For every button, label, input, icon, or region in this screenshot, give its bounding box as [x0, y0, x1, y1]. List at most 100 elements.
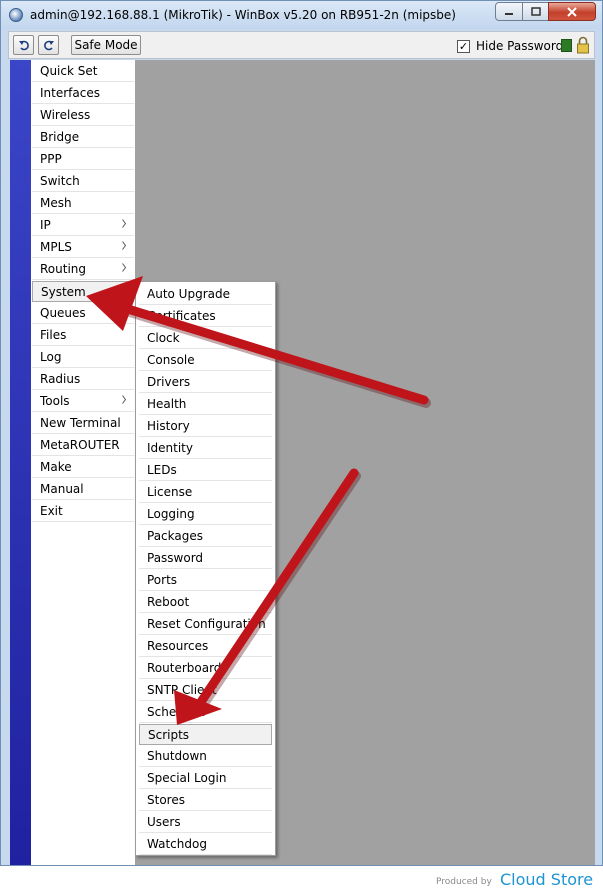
sidebar-strip	[10, 60, 31, 865]
submenu-item-label: Logging	[147, 507, 195, 521]
submenu-item-label: Packages	[147, 529, 203, 543]
submenu-item-watchdog[interactable]: Watchdog	[139, 834, 272, 855]
hide-passwords-checkbox[interactable]: ✓	[457, 39, 470, 53]
menu-item-interfaces[interactable]: Interfaces	[32, 83, 134, 104]
submenu-item-label: History	[147, 419, 190, 433]
menu-item-label: MetaROUTER	[40, 438, 120, 452]
submenu-item-ports[interactable]: Ports	[139, 570, 272, 591]
menu-item-wireless[interactable]: Wireless	[32, 105, 134, 126]
minimize-button[interactable]	[495, 2, 523, 21]
menu-item-label: IP	[40, 218, 51, 232]
submenu-item-license[interactable]: License	[139, 482, 272, 503]
menu-item-label: Radius	[40, 372, 81, 386]
minimize-icon	[505, 12, 513, 15]
submenu-item-leds[interactable]: LEDs	[139, 460, 272, 481]
redo-button[interactable]	[38, 35, 59, 55]
menu-item-manual[interactable]: Manual	[32, 479, 134, 500]
submenu-item-label: Password	[147, 551, 204, 565]
submenu-item-users[interactable]: Users	[139, 812, 272, 833]
submenu-item-drivers[interactable]: Drivers	[139, 372, 272, 393]
submenu-item-stores[interactable]: Stores	[139, 790, 272, 811]
submenu-arrow-icon	[122, 241, 126, 250]
submenu-item-special-login[interactable]: Special Login	[139, 768, 272, 789]
submenu-item-clock[interactable]: Clock	[139, 328, 272, 349]
menu-item-log[interactable]: Log	[32, 347, 134, 368]
menu-item-exit[interactable]: Exit	[32, 501, 134, 522]
submenu-item-resources[interactable]: Resources	[139, 636, 272, 657]
menu-item-label: Exit	[40, 504, 63, 518]
title-bar[interactable]: admin@192.168.88.1 (MikroTik) - WinBox v…	[1, 1, 602, 29]
submenu-item-routerboard[interactable]: Routerboard	[139, 658, 272, 679]
menu-item-label: Wireless	[40, 108, 91, 122]
menu-item-bridge[interactable]: Bridge	[32, 127, 134, 148]
window-title: admin@192.168.88.1 (MikroTik) - WinBox v…	[30, 8, 456, 22]
menu-item-ip[interactable]: IP	[32, 215, 134, 236]
menu-item-label: System	[41, 285, 86, 299]
submenu-item-history[interactable]: History	[139, 416, 272, 437]
undo-button[interactable]	[13, 35, 34, 55]
menu-item-tools[interactable]: Tools	[32, 391, 134, 412]
status-indicator-icon	[561, 39, 572, 52]
submenu-item-certificates[interactable]: Certificates	[139, 306, 272, 327]
menu-item-queues[interactable]: Queues	[32, 303, 134, 324]
menu-item-switch[interactable]: Switch	[32, 171, 134, 192]
submenu-item-label: Identity	[147, 441, 193, 455]
menu-item-routing[interactable]: Routing	[32, 259, 134, 280]
menu-item-label: Queues	[40, 306, 86, 320]
submenu-item-console[interactable]: Console	[139, 350, 272, 371]
produced-by-text: Produced by	[436, 877, 492, 887]
menu-item-system[interactable]: System	[32, 281, 134, 302]
submenu-item-auto-upgrade[interactable]: Auto Upgrade	[139, 284, 272, 305]
submenu-item-shutdown[interactable]: Shutdown	[139, 746, 272, 767]
toolbar: Safe Mode ✓ Hide Passwords	[8, 31, 595, 59]
submenu-item-scheduler[interactable]: Scheduler	[139, 702, 272, 723]
main-menu: Quick Set Interfaces Wireless Bridge PPP Swit…	[31, 60, 135, 865]
submenu-item-label: Scheduler	[147, 705, 208, 719]
submenu-item-reset-configuration[interactable]: Reset Configuration	[139, 614, 272, 635]
submenu-item-label: Reset Configuration	[147, 617, 266, 631]
menu-item-label: New Terminal	[40, 416, 121, 430]
submenu-item-label: Watchdog	[147, 837, 207, 851]
menu-item-radius[interactable]: Radius	[32, 369, 134, 390]
menu-item-metarouter[interactable]: MetaROUTER	[32, 435, 134, 456]
menu-item-files[interactable]: Files	[32, 325, 134, 346]
menu-item-make-supout-rif[interactable]: Make Supout.rif	[32, 457, 134, 494]
submenu-item-label: Stores	[147, 793, 185, 807]
submenu-item-label: Auto Upgrade	[147, 287, 230, 301]
menu-item-quick-set[interactable]: Quick Set	[32, 61, 134, 82]
submenu-item-label: SNTP Client	[147, 683, 217, 697]
redo-icon	[43, 40, 54, 51]
hide-passwords-toggle[interactable]: ✓ Hide Passwords	[457, 38, 569, 54]
submenu-arrow-icon	[121, 286, 125, 295]
close-button[interactable]	[548, 2, 596, 21]
submenu-item-sntp-client[interactable]: SNTP Client	[139, 680, 272, 701]
system-submenu: Auto Upgrade Certificates Clock Console Driv…	[135, 281, 276, 856]
submenu-item-label: Reboot	[147, 595, 190, 609]
submenu-arrow-icon	[122, 219, 126, 228]
brand-logo-text: Cloud Store	[500, 870, 594, 889]
menu-item-label: Interfaces	[40, 86, 100, 100]
submenu-item-password[interactable]: Password	[139, 548, 272, 569]
menu-item-new-terminal[interactable]: New Terminal	[32, 413, 134, 434]
submenu-item-label: Scripts	[148, 728, 190, 742]
submenu-item-packages[interactable]: Packages	[139, 526, 272, 547]
menu-item-label: Bridge	[40, 130, 80, 144]
safe-mode-button[interactable]: Safe Mode	[71, 35, 141, 55]
submenu-item-health[interactable]: Health	[139, 394, 272, 415]
close-icon	[567, 6, 577, 17]
submenu-item-label: Users	[147, 815, 181, 829]
submenu-item-label: License	[147, 485, 193, 499]
lock-icon	[577, 36, 589, 54]
submenu-item-label: Clock	[147, 331, 180, 345]
submenu-item-label: Drivers	[147, 375, 191, 389]
maximize-button[interactable]	[522, 2, 549, 21]
submenu-item-label: LEDs	[147, 463, 177, 477]
menu-item-ppp[interactable]: PPP	[32, 149, 134, 170]
menu-item-mesh[interactable]: Mesh	[32, 193, 134, 214]
menu-item-mpls[interactable]: MPLS	[32, 237, 134, 258]
hide-passwords-label: Hide Passwords	[476, 39, 570, 53]
submenu-item-reboot[interactable]: Reboot	[139, 592, 272, 613]
submenu-item-logging[interactable]: Logging	[139, 504, 272, 525]
submenu-item-scripts[interactable]: Scripts	[139, 724, 272, 745]
submenu-item-identity[interactable]: Identity	[139, 438, 272, 459]
